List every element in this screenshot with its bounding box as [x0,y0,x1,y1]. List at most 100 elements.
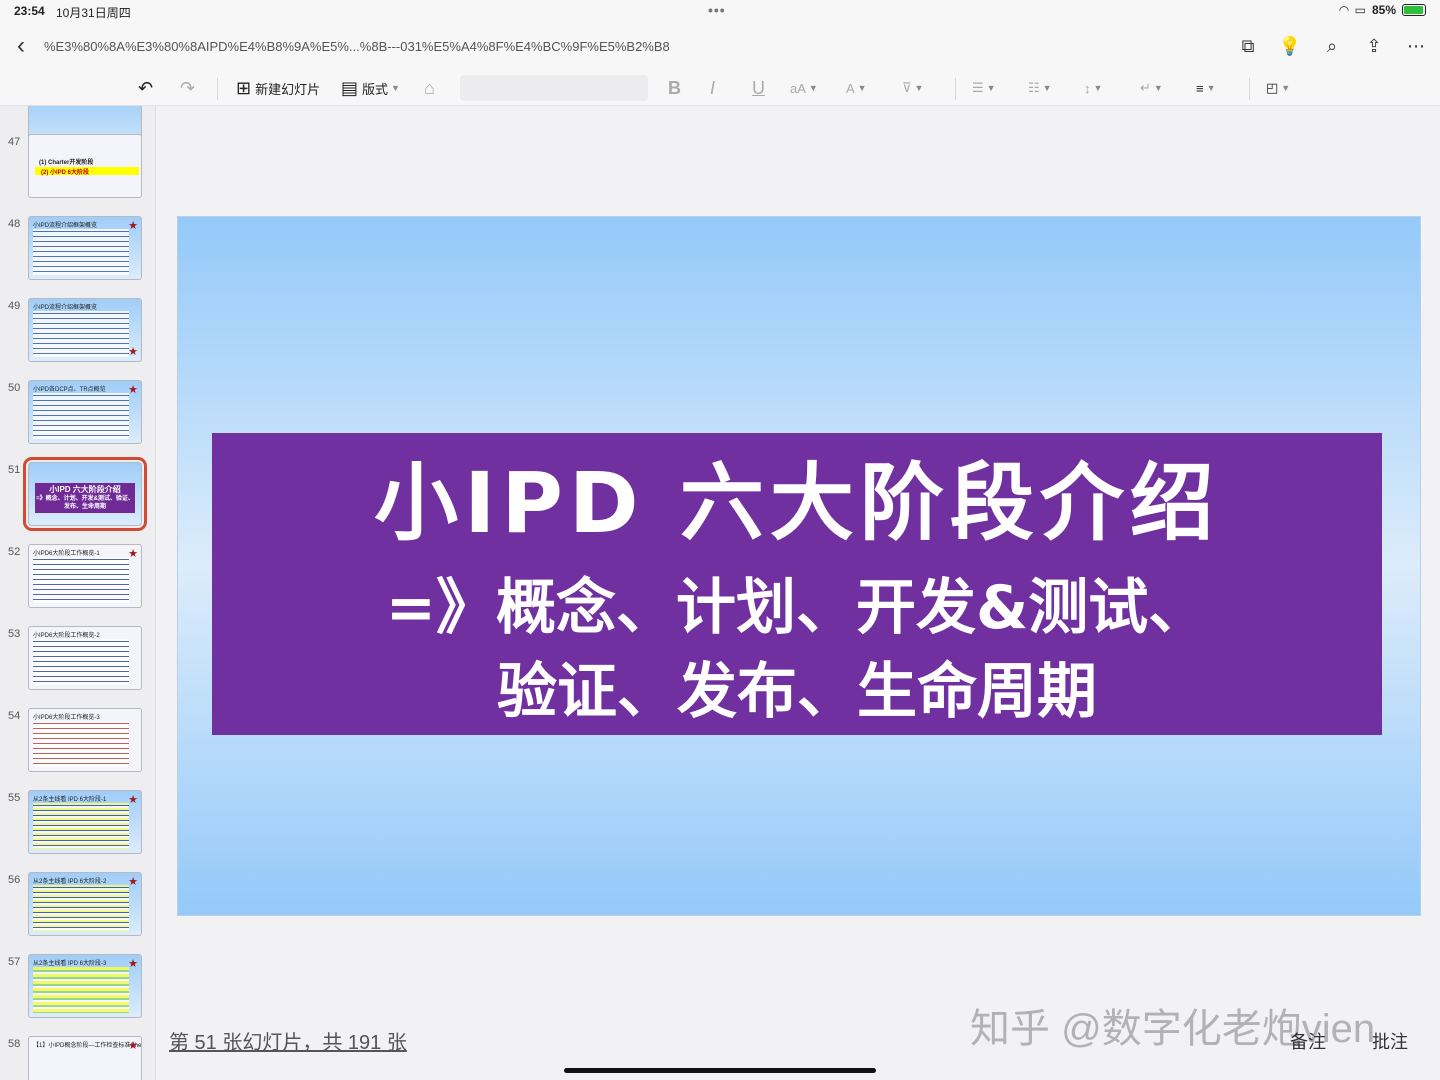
slide-thumbnail[interactable]: 从2条主线看 IPD 6大阶段-3 ★ [28,954,142,1018]
notes-button[interactable]: 备注 [1290,1028,1326,1054]
font-name-box[interactable] [460,75,648,101]
layout-icon: ▤ [341,77,359,98]
nav-tools: ⧉ 💡 ⌕ ⇪ ⋯ [1236,34,1428,58]
device-view-icon[interactable]: ⧉ [1236,34,1260,58]
slide-thumbnail[interactable]: 小IPD6大阶段工作概览-3 [28,708,142,772]
thumb-title: 从2条主线看 IPD 6大阶段-2 [33,879,107,885]
comments-button[interactable]: 批注 [1372,1028,1408,1054]
new-slide-button[interactable]: ⊞ 新建幻灯片 [236,76,320,100]
slide-number: 56 [8,874,21,886]
battery-percent: 85% [1371,3,1396,17]
slide-number: 58 [8,1038,21,1050]
battery-icon [1402,4,1426,16]
status-time: 23:54 [14,4,45,18]
thumb-title: 【1】小IPD概念阶段—工作检查标准Checklist [33,1043,142,1049]
multitask-dots-icon[interactable]: ••• [708,2,726,18]
status-date: 10月31日周四 [56,6,131,20]
slide-thumbnail[interactable]: 小IPD流程介绍框架概览 ★ [28,216,142,280]
star-icon: ★ [128,384,138,396]
nav-bar: ‹ %E3%80%8A%E3%80%8AIPD%E4%B8%9A%E5%...%… [0,24,1440,70]
thumb-content [33,803,129,849]
thumb-content [33,557,129,603]
slide-thumbnail[interactable]: 小IPD6大阶段工作概览-1 ★ [28,544,142,608]
current-slide[interactable]: 小IPD 六大阶段介绍 =》概念、计划、开发&测试、 验证、发布、生命周期 [177,216,1421,916]
italic-icon[interactable]: I [710,76,715,100]
share-icon[interactable]: ⇪ [1362,34,1386,58]
thumb-content [33,639,129,685]
numbered-list-icon[interactable]: ☷ ▼ [1028,76,1052,100]
thumb-subtitle: =》概念、计划、开发&测试、验证、发布、生命周期 [36,496,134,510]
thumb-title: 小IPD6大阶段工作概览-1 [33,551,100,557]
title-textbox[interactable]: 小IPD 六大阶段介绍 =》概念、计划、开发&测试、 验证、发布、生命周期 [212,433,1382,735]
slide-thumbnail[interactable]: 【1】小IPD概念阶段—工作检查标准Checklist ★ [28,1036,142,1080]
redo-icon[interactable]: ↷ [180,76,199,100]
slide-thumbnail[interactable]: 小IPD流程介绍框架概览 ★ [28,298,142,362]
slide-thumbnail-current[interactable]: 小IPD 六大阶段介绍 =》概念、计划、开发&测试、验证、发布、生命周期 [23,457,147,531]
slide-number: 55 [8,792,21,804]
slide-thumbnail[interactable]: 小IPD6大阶段工作概览-2 [28,626,142,690]
thumb-title: 小IPD6大阶段工作概览-3 [33,715,100,721]
new-slide-label: 新建幻灯片 [255,81,321,97]
font-color-icon[interactable]: A ▼ [846,76,867,100]
toolbar-divider [955,78,956,100]
wifi-icon: ◠ [1339,3,1349,17]
slide-counter[interactable]: 第 51 张幻灯片，共 191 张 [169,1026,407,1055]
screen-mirror-icon: ▭ [1354,3,1366,17]
slide-number: 53 [8,628,21,640]
slide-subtitle-line-2: 验证、发布、生命周期 [497,657,1097,727]
slide-number: 50 [8,382,21,394]
format-toolbar: ↶ ↷ ⊞ 新建幻灯片 ▤ 版式 ▼ ⌂ B I U aA ▼ A ▼ ⊽ ▼ ☰ ▼ ☷ ▼ … [0,70,1440,106]
highlight-icon[interactable]: ⊽ ▼ [902,76,923,100]
back-button[interactable]: ‹ [8,32,34,62]
toolbar-divider [1249,78,1250,100]
thumb-content [33,393,129,439]
star-icon: ★ [128,220,138,232]
thumb-content [33,229,129,275]
thumb-banner: 小IPD 六大阶段介绍 =》概念、计划、开发&测试、验证、发布、生命周期 [35,483,135,513]
thumb-title: 小IPD6大阶段工作概览-2 [33,633,100,639]
indent-icon[interactable]: ↵ ▼ [1140,76,1163,100]
thumb-content [33,311,129,357]
slide-editor-canvas[interactable]: 小IPD 六大阶段介绍 =》概念、计划、开发&测试、 验证、发布、生命周期 [157,106,1440,1080]
lightbulb-icon[interactable]: 💡 [1278,34,1302,58]
slide-thumbnail-panel[interactable]: 47 (1) Charter开发阶段 (2) 小IPD 6大阶段 48 小IPD… [0,106,156,1080]
shapes-icon[interactable]: ◰ ▼ [1266,76,1290,100]
slide-thumbnail[interactable]: (1) Charter开发阶段 (2) 小IPD 6大阶段 [28,134,142,198]
line-spacing-icon[interactable]: ↕ ▼ [1084,76,1102,100]
star-icon: ★ [128,1040,138,1052]
status-bar: 23:54 10月31日周四 ••• ◠ ▭ 85% [0,0,1440,24]
slide-number: 54 [8,710,21,722]
align-icon[interactable]: ≡ ▼ [1196,76,1216,100]
slide-number: 47 [8,136,21,148]
more-icon[interactable]: ⋯ [1404,34,1428,58]
star-icon: ★ [128,548,138,560]
bold-icon[interactable]: B [668,76,681,100]
status-right: ◠ ▭ 85% [1339,3,1426,17]
slide-thumbnail[interactable]: 从2条主线看 IPD 6大阶段-2 ★ [28,872,142,936]
format-painter-icon[interactable]: ⌂ [424,76,439,100]
thumb-highlight-line: (2) 小IPD 6大阶段 [35,167,139,176]
star-icon: ★ [128,794,138,806]
star-icon: ★ [128,958,138,970]
slide-number: 52 [8,546,21,558]
document-title: %E3%80%8A%E3%80%8AIPD%E4%B8%9A%E5%...%8B… [44,39,670,54]
thumb-content [33,967,129,1013]
slide-thumbnail[interactable]: 从2条主线看 IPD 6大阶段-1 ★ [28,790,142,854]
font-size-icon[interactable]: aA ▼ [790,76,818,100]
layout-button[interactable]: ▤ 版式 ▼ [341,76,400,100]
slide-number: 57 [8,956,21,968]
bullet-list-icon[interactable]: ☰ ▼ [972,76,996,100]
battery-fill [1404,6,1423,14]
search-icon[interactable]: ⌕ [1320,34,1344,58]
star-icon: ★ [128,346,138,358]
slide-number: 49 [8,300,21,312]
thumb-title: 小IPD流程介绍框架概览 [33,223,98,229]
slide-number: 51 [8,464,21,476]
slide-thumbnail[interactable]: 小IPD各DCP点、TR点概览 ★ [28,380,142,444]
thumb-content [33,885,129,931]
undo-icon[interactable]: ↶ [138,76,157,100]
thumb-line: (1) Charter开发阶段 [39,160,94,166]
home-indicator[interactable] [564,1068,876,1073]
underline-icon[interactable]: U [752,76,765,100]
toolbar-divider [217,78,218,100]
